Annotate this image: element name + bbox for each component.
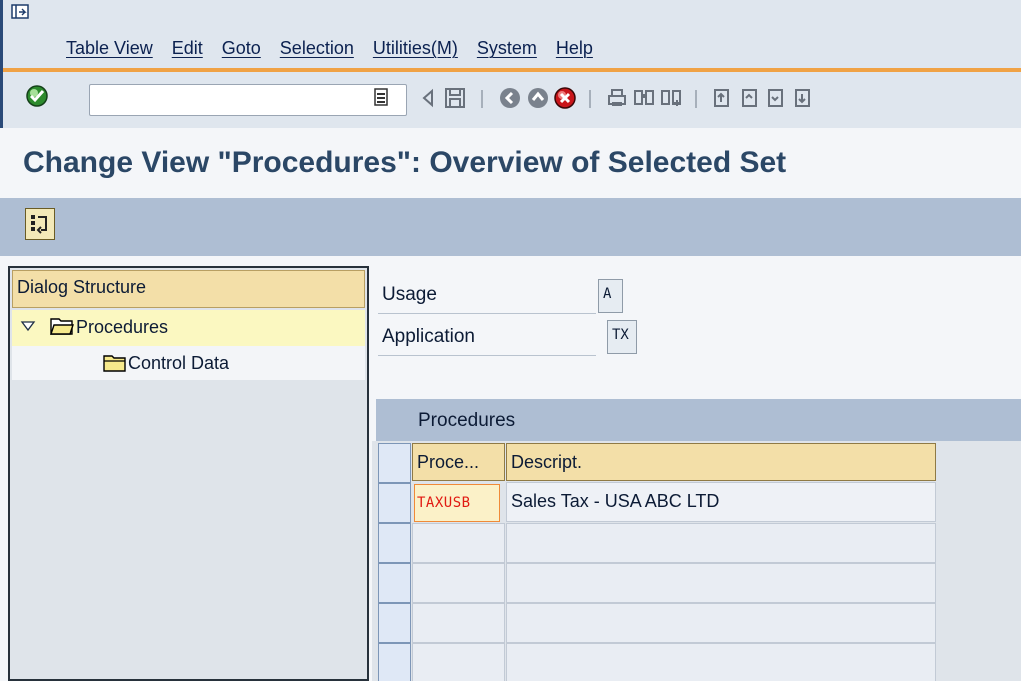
folder-closed-icon: [103, 355, 126, 372]
menu-table-view[interactable]: Table View: [66, 38, 153, 59]
column-header-description-label: Descript.: [511, 452, 583, 472]
menu-system[interactable]: System: [477, 38, 537, 59]
empty-cell[interactable]: [412, 643, 505, 681]
menu-utilities[interactable]: Utilities(M): [373, 38, 458, 59]
dialog-structure-header: Dialog Structure: [12, 270, 365, 308]
dialog-structure-toggle-button[interactable]: [25, 208, 55, 240]
next-page-icon[interactable]: [763, 86, 787, 110]
previous-page-icon[interactable]: [737, 86, 761, 110]
empty-cell[interactable]: [506, 563, 936, 603]
empty-cell[interactable]: [412, 563, 505, 603]
empty-cell[interactable]: [506, 643, 936, 681]
empty-cell[interactable]: [506, 523, 936, 563]
print-icon[interactable]: [605, 86, 629, 110]
menu-bar: Table View Edit Goto Selection Utilities…: [0, 0, 1021, 72]
table-title-bar: Procedures: [376, 399, 1021, 441]
find-icon[interactable]: [632, 86, 656, 110]
row-selector[interactable]: [378, 603, 411, 643]
command-history-icon[interactable]: [370, 86, 394, 110]
expand-triangle-icon[interactable]: [20, 318, 36, 334]
save-icon[interactable]: [443, 86, 467, 110]
row-selector[interactable]: [378, 523, 411, 563]
table-title: Procedures: [418, 410, 516, 431]
empty-cell[interactable]: [412, 603, 505, 643]
menu-edit[interactable]: Edit: [172, 38, 203, 59]
title-bar: Change View "Procedures": Overview of Se…: [0, 128, 1021, 198]
column-header-description[interactable]: Descript.: [506, 443, 936, 481]
tree-label-procedures: Procedures: [76, 317, 169, 337]
system-menu-icon[interactable]: [11, 4, 29, 20]
cancel-icon[interactable]: [553, 86, 577, 110]
menu-selection[interactable]: Selection: [280, 38, 354, 59]
empty-cell[interactable]: [412, 523, 505, 563]
application-label: Application: [382, 326, 475, 347]
tree-label-control-data: Control Data: [128, 353, 230, 373]
dialog-structure-panel: Dialog Structure Procedures Control Data: [8, 266, 369, 681]
toolbar-separator: [695, 90, 697, 108]
exit-icon[interactable]: [526, 86, 550, 110]
usage-label: Usage: [382, 284, 437, 305]
toolbar-separator: [481, 90, 483, 108]
row-selector[interactable]: [378, 483, 411, 523]
tree-node-control-data[interactable]: Control Data: [12, 346, 365, 380]
last-page-icon[interactable]: [790, 86, 814, 110]
row-selector[interactable]: [378, 643, 411, 681]
row-selector[interactable]: [378, 563, 411, 603]
command-field[interactable]: [89, 84, 407, 116]
toolbar-separator: [589, 90, 591, 108]
folder-open-icon: [50, 318, 74, 335]
ok-checkmark-icon[interactable]: [25, 84, 49, 108]
page-title: Change View "Procedures": Overview of Se…: [23, 146, 787, 179]
description-cell[interactable]: Sales Tax - USA ABC LTD: [506, 482, 936, 522]
application-toolbar: [0, 198, 1021, 256]
field-underline: [378, 355, 596, 356]
first-page-icon[interactable]: [709, 86, 733, 110]
find-next-icon[interactable]: [659, 86, 683, 110]
back-icon[interactable]: [498, 86, 522, 110]
field-underline: [378, 313, 596, 314]
tree-node-procedures[interactable]: Procedures: [12, 310, 365, 346]
column-header-procedure-label: Proce...: [417, 452, 480, 472]
empty-cell[interactable]: [506, 603, 936, 643]
back-triangle-icon[interactable]: [416, 86, 440, 110]
standard-toolbar: [0, 72, 1021, 128]
procedures-table: Proce... Descript. TAXUSB Sales Tax - US…: [372, 441, 1021, 681]
application-value: TX: [607, 320, 637, 354]
usage-value: A: [598, 279, 623, 313]
procedure-cell[interactable]: TAXUSB: [414, 484, 500, 522]
column-header-procedure[interactable]: Proce...: [412, 443, 505, 481]
menu-help[interactable]: Help: [556, 38, 593, 59]
select-all-button[interactable]: [378, 443, 411, 483]
menu-goto[interactable]: Goto: [222, 38, 261, 59]
dialog-structure-toggle-icon: [31, 215, 47, 234]
